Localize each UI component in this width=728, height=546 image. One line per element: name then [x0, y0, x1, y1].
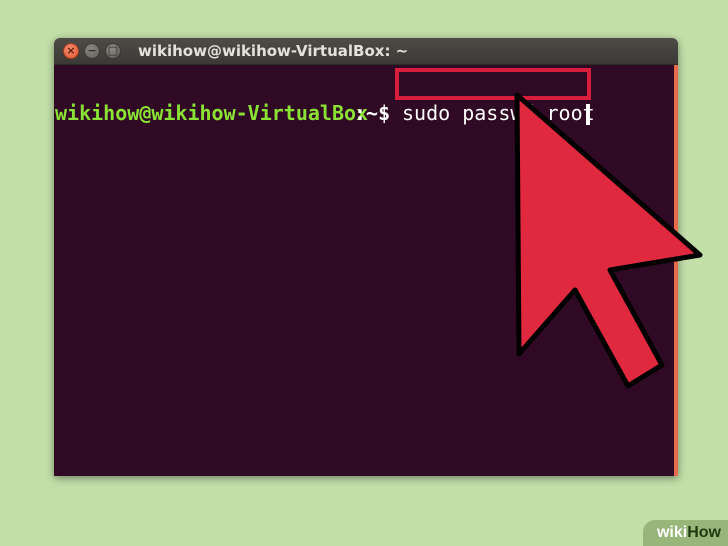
pointer-arrow-icon [514, 92, 703, 389]
wikihow-logo: wikiHow [642, 520, 728, 546]
